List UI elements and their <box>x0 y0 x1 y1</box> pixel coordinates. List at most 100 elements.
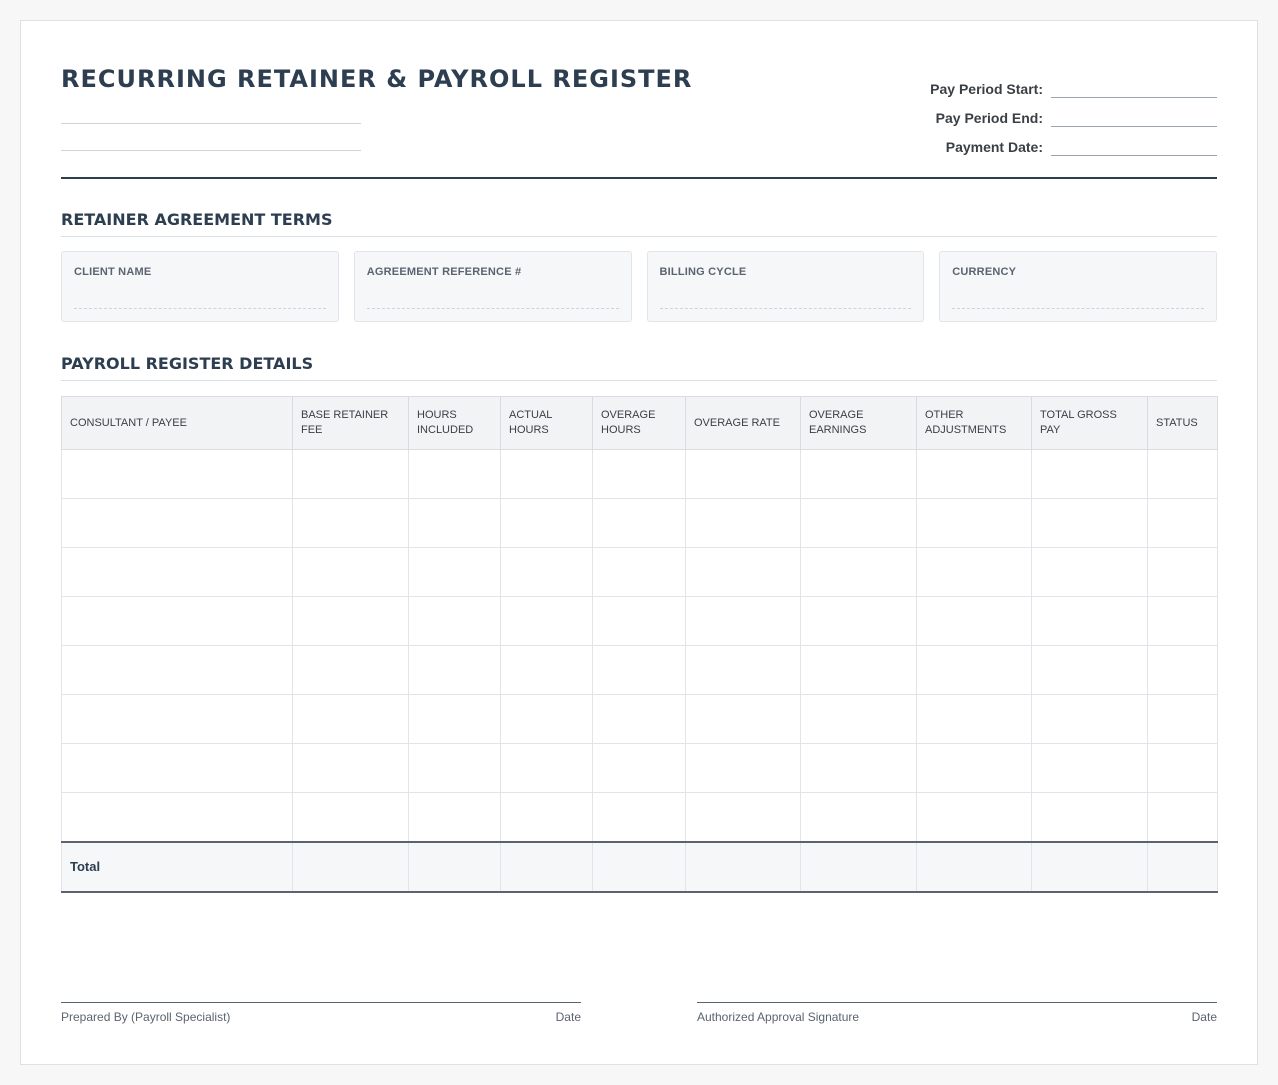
total-cell[interactable] <box>800 840 917 893</box>
table-cell[interactable] <box>1031 596 1148 646</box>
table-cell[interactable] <box>800 694 917 744</box>
payment-date-field[interactable] <box>1051 130 1217 156</box>
table-cell[interactable] <box>800 792 917 842</box>
table-cell[interactable] <box>916 792 1032 842</box>
table-cell[interactable] <box>800 449 917 499</box>
agreement-reference-box[interactable]: AGREEMENT REFERENCE # <box>353 251 632 322</box>
table-cell[interactable] <box>1031 792 1148 842</box>
table-cell[interactable] <box>685 743 801 793</box>
table-cell[interactable] <box>292 743 409 793</box>
table-cell[interactable] <box>500 547 593 597</box>
table-cell[interactable] <box>592 743 686 793</box>
table-cell[interactable] <box>592 449 686 499</box>
approval-signature[interactable]: Authorized Approval Signature Date <box>697 1002 1217 1024</box>
billing-cycle-field[interactable] <box>659 308 912 309</box>
table-cell[interactable] <box>61 449 293 499</box>
table-cell[interactable] <box>592 792 686 842</box>
table-cell[interactable] <box>1031 449 1148 499</box>
table-cell[interactable] <box>1031 498 1148 548</box>
table-cell[interactable] <box>408 596 501 646</box>
table-cell[interactable] <box>500 449 593 499</box>
table-cell[interactable] <box>916 743 1032 793</box>
pay-period-end-field[interactable] <box>1051 101 1217 127</box>
total-cell[interactable] <box>1031 840 1148 893</box>
table-cell[interactable] <box>500 498 593 548</box>
table-cell[interactable] <box>800 743 917 793</box>
table-cell[interactable] <box>916 498 1032 548</box>
table-cell[interactable] <box>500 694 593 744</box>
table-cell[interactable] <box>292 645 409 695</box>
table-cell[interactable] <box>1147 596 1218 646</box>
table-cell[interactable] <box>408 449 501 499</box>
table-cell[interactable] <box>1147 694 1218 744</box>
table-cell[interactable] <box>1031 743 1148 793</box>
table-cell[interactable] <box>800 498 917 548</box>
table-cell[interactable] <box>408 547 501 597</box>
table-cell[interactable] <box>800 596 917 646</box>
table-cell[interactable] <box>685 449 801 499</box>
table-cell[interactable] <box>592 596 686 646</box>
table-cell[interactable] <box>292 547 409 597</box>
table-cell[interactable] <box>408 792 501 842</box>
table-cell[interactable] <box>1147 792 1218 842</box>
table-cell[interactable] <box>61 596 293 646</box>
table-cell[interactable] <box>1147 547 1218 597</box>
table-cell[interactable] <box>592 645 686 695</box>
table-cell[interactable] <box>61 547 293 597</box>
table-cell[interactable] <box>500 645 593 695</box>
total-cell[interactable] <box>408 840 501 893</box>
table-cell[interactable] <box>1147 743 1218 793</box>
total-cell[interactable] <box>1147 840 1218 893</box>
table-cell[interactable] <box>1031 694 1148 744</box>
pay-period-start-field[interactable] <box>1051 72 1217 98</box>
table-cell[interactable] <box>916 645 1032 695</box>
table-cell[interactable] <box>685 645 801 695</box>
total-cell[interactable] <box>685 840 801 893</box>
table-cell[interactable] <box>61 498 293 548</box>
total-cell[interactable] <box>592 840 686 893</box>
table-cell[interactable] <box>1147 645 1218 695</box>
table-cell[interactable] <box>800 645 917 695</box>
total-cell[interactable] <box>500 840 593 893</box>
table-cell[interactable] <box>916 694 1032 744</box>
table-cell[interactable] <box>292 498 409 548</box>
table-cell[interactable] <box>408 498 501 548</box>
table-cell[interactable] <box>292 694 409 744</box>
table-cell[interactable] <box>685 498 801 548</box>
table-cell[interactable] <box>292 449 409 499</box>
table-cell[interactable] <box>685 547 801 597</box>
table-cell[interactable] <box>1031 547 1148 597</box>
table-cell[interactable] <box>800 547 917 597</box>
agreement-reference-field[interactable] <box>366 308 619 309</box>
prepared-by-signature[interactable]: Prepared By (Payroll Specialist) Date <box>61 1002 581 1024</box>
client-name-field[interactable] <box>74 308 326 309</box>
billing-cycle-box[interactable]: BILLING CYCLE <box>646 251 925 322</box>
table-cell[interactable] <box>500 596 593 646</box>
table-cell[interactable] <box>408 694 501 744</box>
table-cell[interactable] <box>1147 449 1218 499</box>
table-cell[interactable] <box>292 792 409 842</box>
table-cell[interactable] <box>61 743 293 793</box>
table-cell[interactable] <box>61 792 293 842</box>
table-cell[interactable] <box>500 792 593 842</box>
table-cell[interactable] <box>1031 645 1148 695</box>
currency-box[interactable]: CURRENCY <box>939 251 1217 322</box>
client-name-box[interactable]: CLIENT NAME <box>61 251 339 322</box>
table-cell[interactable] <box>685 694 801 744</box>
table-cell[interactable] <box>292 596 409 646</box>
table-cell[interactable] <box>916 547 1032 597</box>
table-cell[interactable] <box>685 596 801 646</box>
table-cell[interactable] <box>916 596 1032 646</box>
table-cell[interactable] <box>408 743 501 793</box>
table-cell[interactable] <box>61 694 293 744</box>
table-cell[interactable] <box>592 498 686 548</box>
table-cell[interactable] <box>592 547 686 597</box>
table-cell[interactable] <box>61 645 293 695</box>
table-cell[interactable] <box>685 792 801 842</box>
total-cell[interactable] <box>292 840 409 893</box>
table-cell[interactable] <box>916 449 1032 499</box>
currency-field[interactable] <box>952 308 1204 309</box>
table-cell[interactable] <box>592 694 686 744</box>
table-cell[interactable] <box>408 645 501 695</box>
table-cell[interactable] <box>500 743 593 793</box>
